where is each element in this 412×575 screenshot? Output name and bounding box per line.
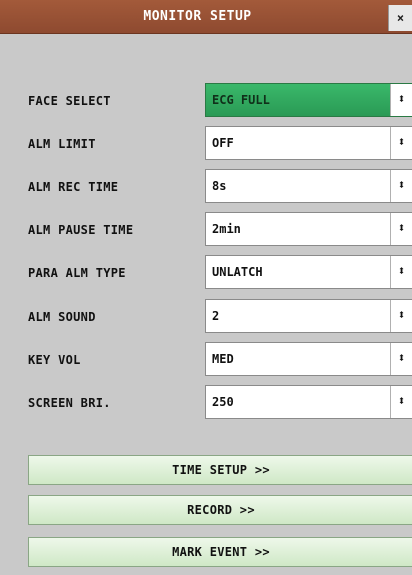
updown-arrows-icon[interactable]: ⬍	[390, 84, 412, 116]
updown-arrows-icon[interactable]: ⬍	[390, 386, 412, 418]
para-alm-type-label: PARA ALM TYPE	[28, 266, 126, 280]
alm-rec-time-dropdown[interactable]: 8s ⬍	[205, 169, 412, 203]
face-select-value: ECG FULL	[212, 93, 270, 107]
close-button[interactable]: ×	[388, 5, 412, 31]
time-setup-button[interactable]: TIME SETUP >>	[28, 455, 412, 485]
alm-pause-time-dropdown[interactable]: 2min ⬍	[205, 212, 412, 246]
alm-pause-time-value: 2min	[212, 222, 241, 236]
alm-rec-time-value: 8s	[212, 179, 227, 193]
alm-sound-value: 2	[212, 309, 220, 323]
alm-sound-label: ALM SOUND	[28, 310, 96, 324]
alm-limit-dropdown[interactable]: OFF ⬍	[205, 126, 412, 160]
mark-event-button[interactable]: MARK EVENT >>	[28, 537, 412, 567]
updown-arrows-icon[interactable]: ⬍	[390, 127, 412, 159]
alm-limit-value: OFF	[212, 136, 234, 150]
key-vol-value: MED	[212, 352, 234, 366]
title-bar: MONITOR SETUP ×	[0, 0, 412, 34]
window-title: MONITOR SETUP	[143, 9, 252, 24]
face-select-dropdown[interactable]: ECG FULL ⬍	[205, 83, 412, 117]
updown-arrows-icon[interactable]: ⬍	[390, 343, 412, 375]
screen-bri-value: 250	[212, 395, 234, 409]
settings-panel: FACE SELECT ECG FULL ⬍ ALM LIMIT OFF ⬍ A…	[0, 34, 412, 575]
alm-sound-dropdown[interactable]: 2 ⬍	[205, 299, 412, 333]
updown-arrows-icon[interactable]: ⬍	[390, 256, 412, 288]
alm-pause-time-label: ALM PAUSE TIME	[28, 223, 134, 237]
alm-rec-time-label: ALM REC TIME	[28, 180, 119, 194]
updown-arrows-icon[interactable]: ⬍	[390, 213, 412, 245]
para-alm-type-dropdown[interactable]: UNLATCH ⬍	[205, 255, 412, 289]
updown-arrows-icon[interactable]: ⬍	[390, 300, 412, 332]
screen-bri-label: SCREEN BRI.	[28, 396, 111, 410]
screen-bri-dropdown[interactable]: 250 ⬍	[205, 385, 412, 419]
key-vol-dropdown[interactable]: MED ⬍	[205, 342, 412, 376]
face-select-label: FACE SELECT	[28, 94, 111, 108]
alm-limit-label: ALM LIMIT	[28, 137, 96, 151]
updown-arrows-icon[interactable]: ⬍	[390, 170, 412, 202]
record-button[interactable]: RECORD >>	[28, 495, 412, 525]
key-vol-label: KEY VOL	[28, 353, 81, 367]
para-alm-type-value: UNLATCH	[212, 265, 263, 279]
close-icon: ×	[396, 11, 405, 25]
